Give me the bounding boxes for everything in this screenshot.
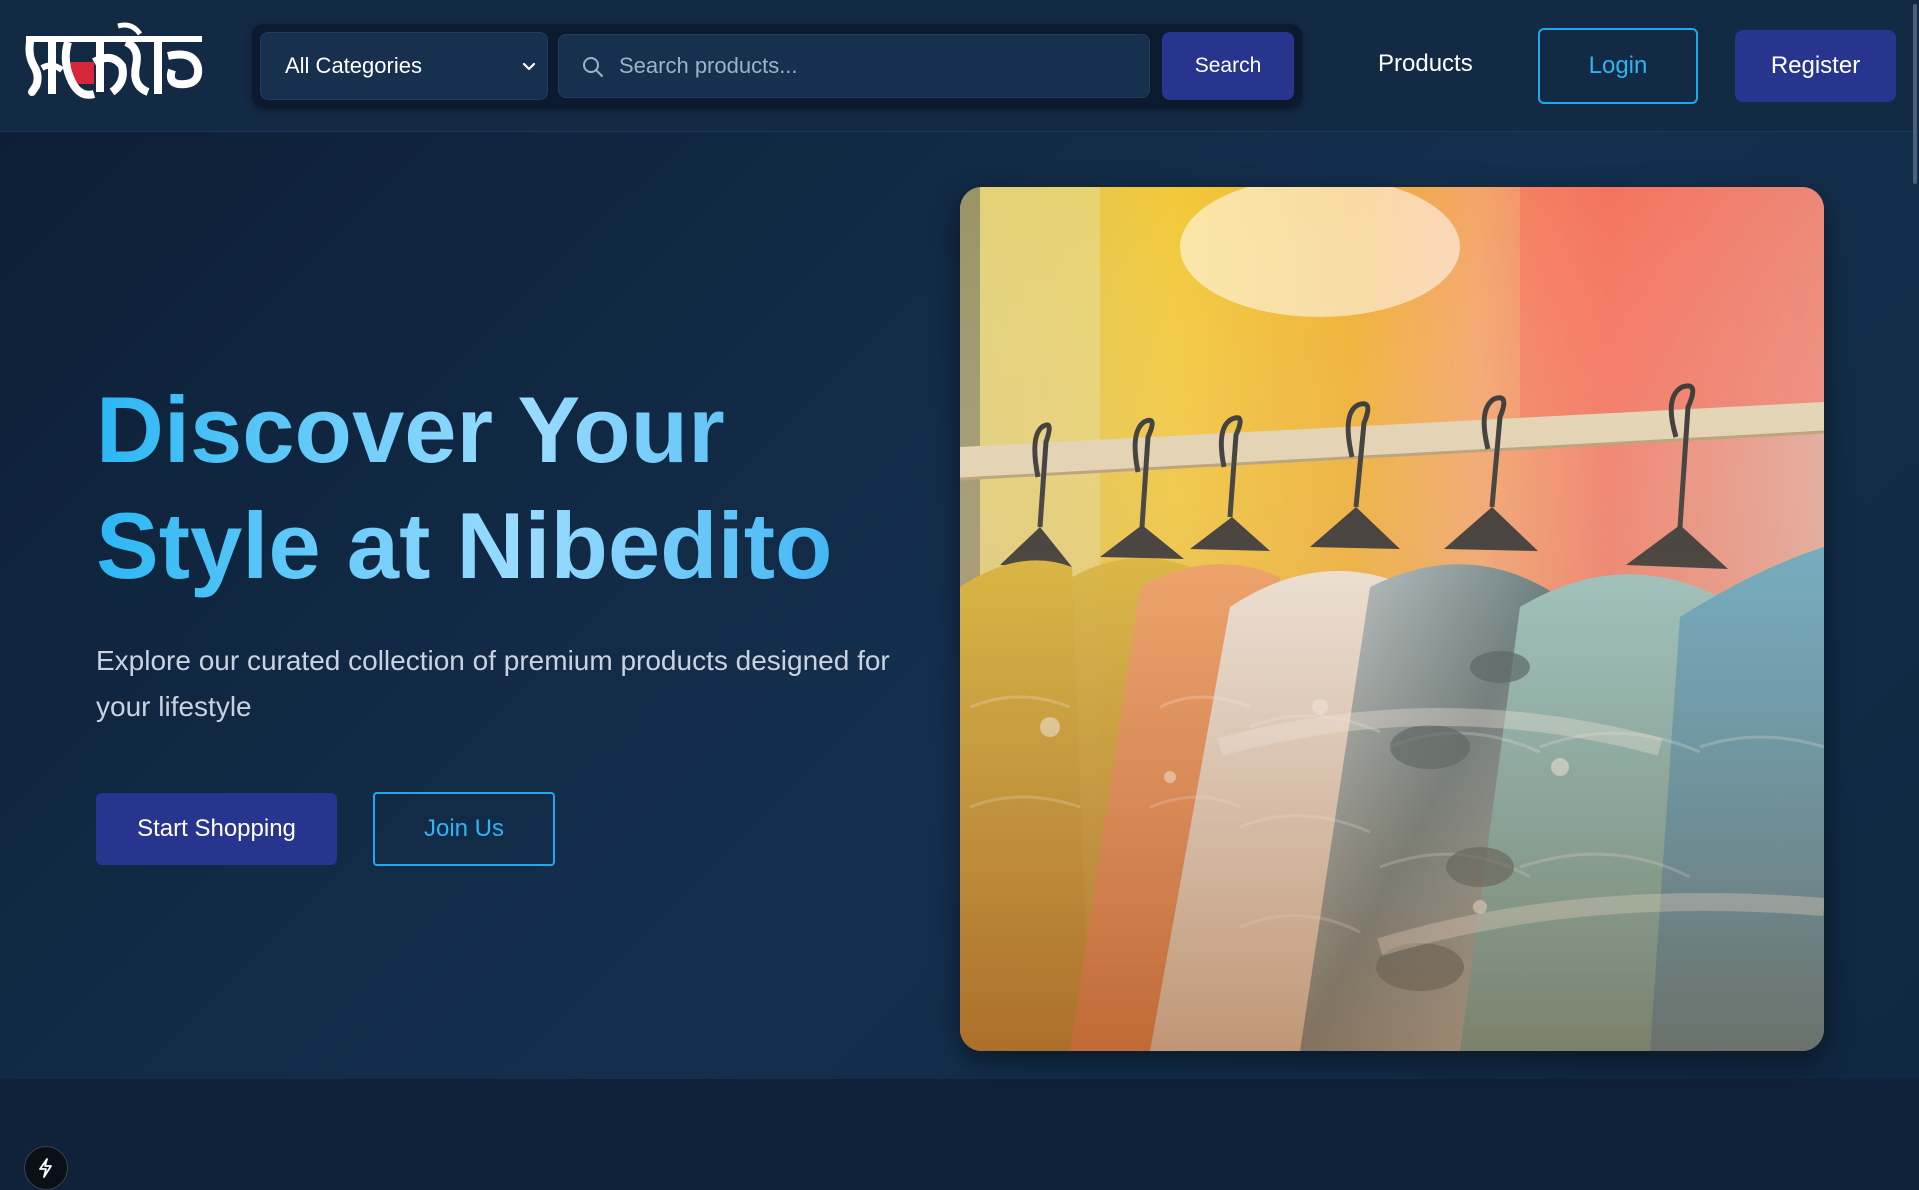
login-button[interactable]: Login xyxy=(1538,28,1698,104)
page-scrollbar[interactable] xyxy=(1909,0,1919,1079)
lightning-icon xyxy=(39,1158,52,1178)
category-select-value: All Categories xyxy=(285,53,422,78)
hero-subtitle: Explore our curated collection of premiu… xyxy=(96,645,890,722)
search-icon xyxy=(583,57,603,77)
devtools-toggle[interactable] xyxy=(24,1146,68,1190)
register-button[interactable]: Register xyxy=(1735,30,1896,102)
hero-section: Discover Your Style at Nibedito Explore … xyxy=(0,132,1919,1190)
join-us-button[interactable]: Join Us xyxy=(373,792,555,866)
brand-logo[interactable] xyxy=(22,22,206,110)
search-input-wrapper xyxy=(558,34,1150,98)
start-shopping-button[interactable]: Start Shopping xyxy=(96,793,337,865)
search-button[interactable]: Search xyxy=(1162,32,1294,100)
search-input[interactable] xyxy=(617,35,1137,97)
category-select[interactable]: All Categories xyxy=(260,32,548,100)
scrollbar-thumb[interactable] xyxy=(1913,4,1917,184)
site-header: All Categories Search Products Login Reg… xyxy=(0,0,1919,132)
hero-title-line-1: Discover Your xyxy=(96,377,725,482)
nav-products-link[interactable]: Products xyxy=(1378,50,1473,78)
hero-image xyxy=(960,187,1824,1051)
chevron-down-icon xyxy=(522,62,536,71)
search-bar: All Categories Search xyxy=(252,24,1302,108)
hero-title: Discover Your Style at Nibedito xyxy=(96,372,956,604)
hero-title-line-2: Style at Nibedito xyxy=(96,493,833,598)
